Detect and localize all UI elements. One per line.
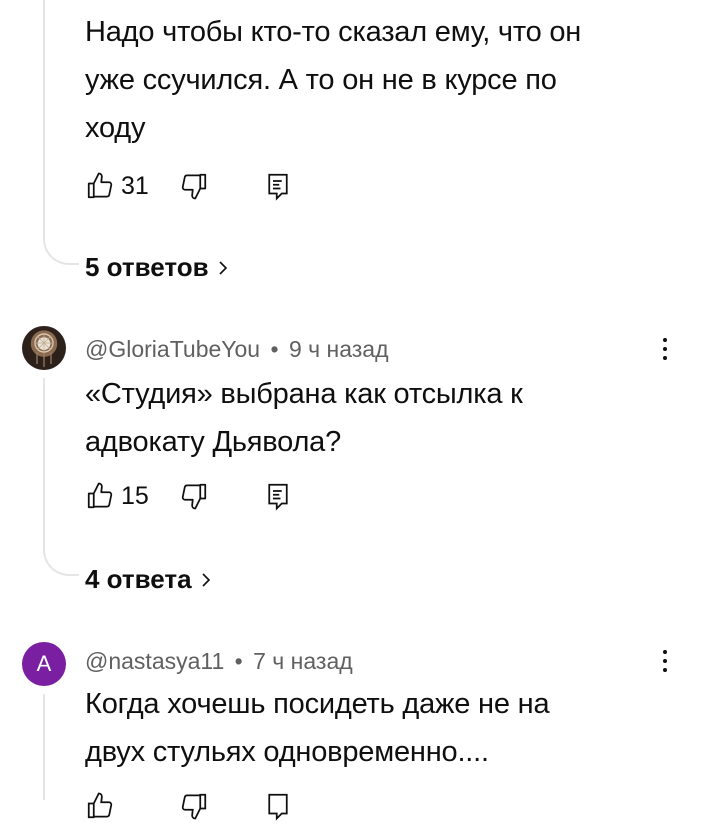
thumb-up-icon[interactable] — [85, 171, 115, 201]
avatar-letter: A — [36, 651, 52, 676]
comment-time: 9 ч назад — [288, 336, 389, 362]
meta-separator: • — [234, 648, 243, 674]
comment-line: «Студия» выбрана как отсылка к — [85, 378, 523, 410]
comment-line: уже ссучился. А то он не в курсе по — [85, 64, 557, 96]
comment-line: Когда хочешь посидеть даже не на — [85, 688, 550, 720]
comment-time: 7 ч назад — [253, 648, 353, 674]
thread-line — [43, 378, 45, 546]
comment-meta: @GloriaTubeYou • 9 ч назад — [85, 336, 388, 363]
comment-line: ходу — [85, 112, 146, 144]
more-vertical-icon[interactable] — [660, 338, 670, 360]
thumb-down-icon[interactable] — [179, 171, 209, 201]
author-name[interactable]: @nastasya11 — [85, 648, 224, 674]
thread-connector — [43, 233, 79, 265]
reply-icon[interactable] — [265, 791, 291, 821]
thumb-up-icon[interactable] — [85, 791, 115, 821]
comment-line: двух стульях одновременно.... — [85, 736, 489, 768]
more-vertical-icon[interactable] — [660, 650, 670, 672]
thread-line — [43, 0, 45, 235]
like-count: 31 — [121, 171, 149, 200]
like-count: 15 — [121, 481, 149, 510]
thumb-down-icon[interactable] — [179, 481, 209, 511]
comment-meta: @nastasya11 • 7 ч назад — [85, 648, 353, 675]
chevron-right-icon — [219, 260, 227, 275]
avatar[interactable] — [22, 326, 66, 370]
comment-actions: 31 — [85, 168, 291, 204]
replies-link[interactable]: 5 ответов — [85, 252, 229, 283]
comment-line: адвокату Дьявола? — [85, 426, 342, 458]
avatar[interactable]: A — [22, 642, 66, 686]
dreamcatcher-icon — [34, 333, 54, 367]
comment-text: «Студия» выбрана как отсылка к адвокату … — [85, 370, 523, 466]
replies-link[interactable]: 4 ответа — [85, 564, 212, 595]
comment-text: Когда хочешь посидеть даже не на двух ст… — [85, 680, 550, 776]
comment-text: Надо чтобы кто-то сказал ему, что он уже… — [85, 8, 581, 152]
author-name[interactable]: @GloriaTubeYou — [85, 336, 260, 362]
comment-actions: 15 — [85, 478, 291, 514]
replies-label: 5 ответов — [85, 252, 209, 282]
replies-label: 4 ответа — [85, 564, 192, 594]
thumb-up-icon[interactable] — [85, 481, 115, 511]
thread-line — [43, 694, 45, 800]
chevron-right-icon — [202, 572, 210, 587]
comment-actions — [85, 788, 291, 824]
reply-icon[interactable] — [265, 171, 291, 201]
thumb-down-icon[interactable] — [179, 791, 209, 821]
comment-line: Надо чтобы кто-то сказал ему, что он — [85, 16, 582, 48]
reply-icon[interactable] — [265, 481, 291, 511]
meta-separator: • — [270, 336, 279, 362]
thread-connector — [43, 544, 79, 576]
